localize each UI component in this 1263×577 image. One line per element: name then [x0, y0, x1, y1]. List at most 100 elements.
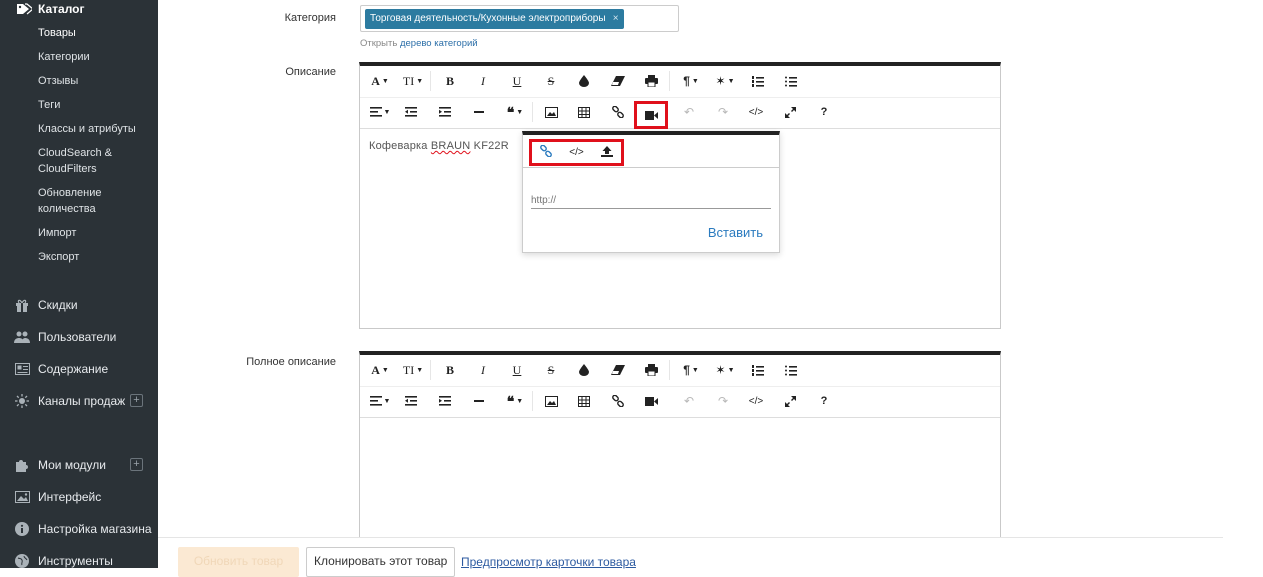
category-label: Категория [284, 12, 336, 24]
bold-button[interactable]: B [440, 360, 460, 380]
sidebar-item-label: Мои модули [38, 458, 106, 472]
link-tab-icon[interactable] [540, 144, 553, 162]
help-icon[interactable]: ? [814, 391, 834, 411]
redo-icon[interactable]: ↷ [713, 102, 733, 122]
help-icon[interactable]: ? [814, 102, 834, 122]
horizontal-rule-icon[interactable] [469, 391, 489, 411]
sidebar-item-sales-channels[interactable]: Каналы продаж [14, 393, 125, 409]
sidebar-item-label: Пользователи [38, 330, 117, 344]
italic-button[interactable]: I [473, 360, 493, 380]
sidebar-item-users[interactable]: Пользователи [14, 329, 116, 345]
video-button[interactable] [641, 391, 661, 411]
fullscreen-icon[interactable] [780, 391, 800, 411]
align-button[interactable]: ▼ [368, 391, 392, 411]
description-content[interactable]: Кофеварка BRAUN KF22R [369, 140, 509, 152]
category-chip: Торговая деятельность/Кухонные электропр… [365, 9, 624, 29]
text-size-button[interactable]: TI ▼ [400, 360, 426, 380]
chip-remove-button[interactable]: × [613, 9, 619, 29]
sidebar-item-store-settings[interactable]: Настройка магазина [14, 521, 152, 537]
info-icon [14, 522, 30, 536]
strikethrough-button[interactable]: S [541, 360, 561, 380]
sidebar-item-products[interactable]: Товары [38, 25, 76, 41]
magic-wand-button[interactable]: ✶ ▼ [712, 360, 738, 380]
unordered-list-icon[interactable] [781, 360, 801, 380]
eraser-icon[interactable] [608, 71, 628, 91]
text-size-button[interactable]: TI ▼ [400, 71, 426, 91]
color-drop-icon[interactable] [574, 360, 594, 380]
preview-product-link[interactable]: Предпросмотр карточки товара [461, 555, 636, 569]
sidebar-item-discounts[interactable]: Скидки [14, 297, 78, 313]
upload-tab-icon[interactable] [600, 144, 613, 162]
sidebar-item-cloudsearch[interactable]: CloudSearch & [38, 145, 112, 161]
embed-code-tab-icon[interactable]: </> [569, 147, 583, 158]
outdent-icon[interactable] [401, 391, 421, 411]
sidebar-item-tools[interactable]: Инструменты [14, 553, 113, 569]
indent-icon[interactable] [435, 391, 455, 411]
sidebar-item-my-modules[interactable]: Мои модули [14, 457, 106, 473]
sidebar-item-tags[interactable]: Теги [38, 97, 60, 113]
paragraph-button[interactable]: ¶ ▼ [678, 71, 704, 91]
sidebar-item-content[interactable]: Содержание [14, 361, 108, 377]
link-icon[interactable] [608, 391, 628, 411]
sidebar-item-label: Интерфейс [38, 490, 102, 504]
horizontal-rule-icon[interactable] [469, 102, 489, 122]
bold-button[interactable]: B [440, 71, 460, 91]
print-icon[interactable] [641, 71, 661, 91]
code-view-icon[interactable]: </> [746, 102, 766, 122]
sidebar-catalog-title: Каталог [38, 2, 85, 16]
link-icon[interactable] [608, 102, 628, 122]
add-sales-channel-button[interactable]: + [130, 394, 143, 407]
ordered-list-icon[interactable] [748, 71, 768, 91]
underline-button[interactable]: U [507, 71, 527, 91]
sidebar-item-export[interactable]: Экспорт [38, 249, 79, 265]
sidebar-item-update-quantity[interactable]: Обновление [38, 185, 102, 201]
align-button[interactable]: ▼ [368, 102, 392, 122]
unordered-list-icon[interactable] [781, 71, 801, 91]
sidebar-item-categories[interactable]: Категории [38, 49, 90, 65]
insert-video-button[interactable]: Вставить [708, 225, 763, 240]
paragraph-button[interactable]: ¶ ▼ [678, 360, 704, 380]
video-source-tabs: </> [529, 139, 624, 166]
category-tree-link[interactable]: дерево категорий [400, 38, 478, 49]
image-insert-icon[interactable] [541, 102, 561, 122]
add-module-button[interactable]: + [130, 458, 143, 471]
sidebar-item-import[interactable]: Импорт [38, 225, 76, 241]
magic-wand-button[interactable]: ✶ ▼ [712, 71, 738, 91]
sidebar-item-cloudfilters[interactable]: CloudFilters [38, 161, 97, 177]
code-view-icon[interactable]: </> [746, 391, 766, 411]
italic-button[interactable]: I [473, 71, 493, 91]
video-url-input[interactable] [531, 193, 771, 209]
quote-button[interactable]: ❝ ▼ [502, 391, 528, 411]
color-drop-icon[interactable] [574, 71, 594, 91]
sidebar-item-interface[interactable]: Интерфейс [14, 489, 101, 505]
font-button[interactable]: A ▼ [368, 360, 392, 380]
sidebar-item-classes[interactable]: Классы и атрибуты [38, 121, 136, 137]
sidebar-item-update-quantity-2[interactable]: количества [38, 201, 96, 217]
sidebar-item-reviews[interactable]: Отзывы [38, 73, 78, 89]
content-prefix: Кофеварка [369, 140, 431, 152]
table-icon[interactable] [574, 391, 594, 411]
clone-product-button[interactable]: Клонировать этот товар [306, 547, 456, 577]
strikethrough-button[interactable]: S [541, 71, 561, 91]
print-icon[interactable] [641, 360, 661, 380]
update-product-button[interactable]: Обновить товар [178, 547, 299, 577]
video-button[interactable] [634, 101, 668, 129]
ordered-list-icon[interactable] [748, 360, 768, 380]
fullscreen-icon[interactable] [780, 102, 800, 122]
sidebar-section-catalog[interactable]: Каталог [16, 2, 85, 16]
sidebar: Каталог Товары Категории Отзывы Теги Кла… [0, 0, 158, 568]
undo-icon[interactable]: ↶ [679, 391, 699, 411]
sidebar-item-label: Содержание [38, 362, 109, 376]
table-icon[interactable] [574, 102, 594, 122]
outdent-icon[interactable] [401, 102, 421, 122]
undo-icon[interactable]: ↶ [679, 102, 699, 122]
quote-button[interactable]: ❝ ▼ [502, 102, 528, 122]
category-input[interactable]: Торговая деятельность/Кухонные электропр… [360, 5, 679, 32]
redo-icon[interactable]: ↷ [713, 391, 733, 411]
image-insert-icon[interactable] [541, 391, 561, 411]
underline-button[interactable]: U [507, 360, 527, 380]
indent-icon[interactable] [435, 102, 455, 122]
font-button[interactable]: A ▼ [368, 71, 392, 91]
eraser-icon[interactable] [608, 360, 628, 380]
content-suffix: KF22R [470, 140, 509, 152]
